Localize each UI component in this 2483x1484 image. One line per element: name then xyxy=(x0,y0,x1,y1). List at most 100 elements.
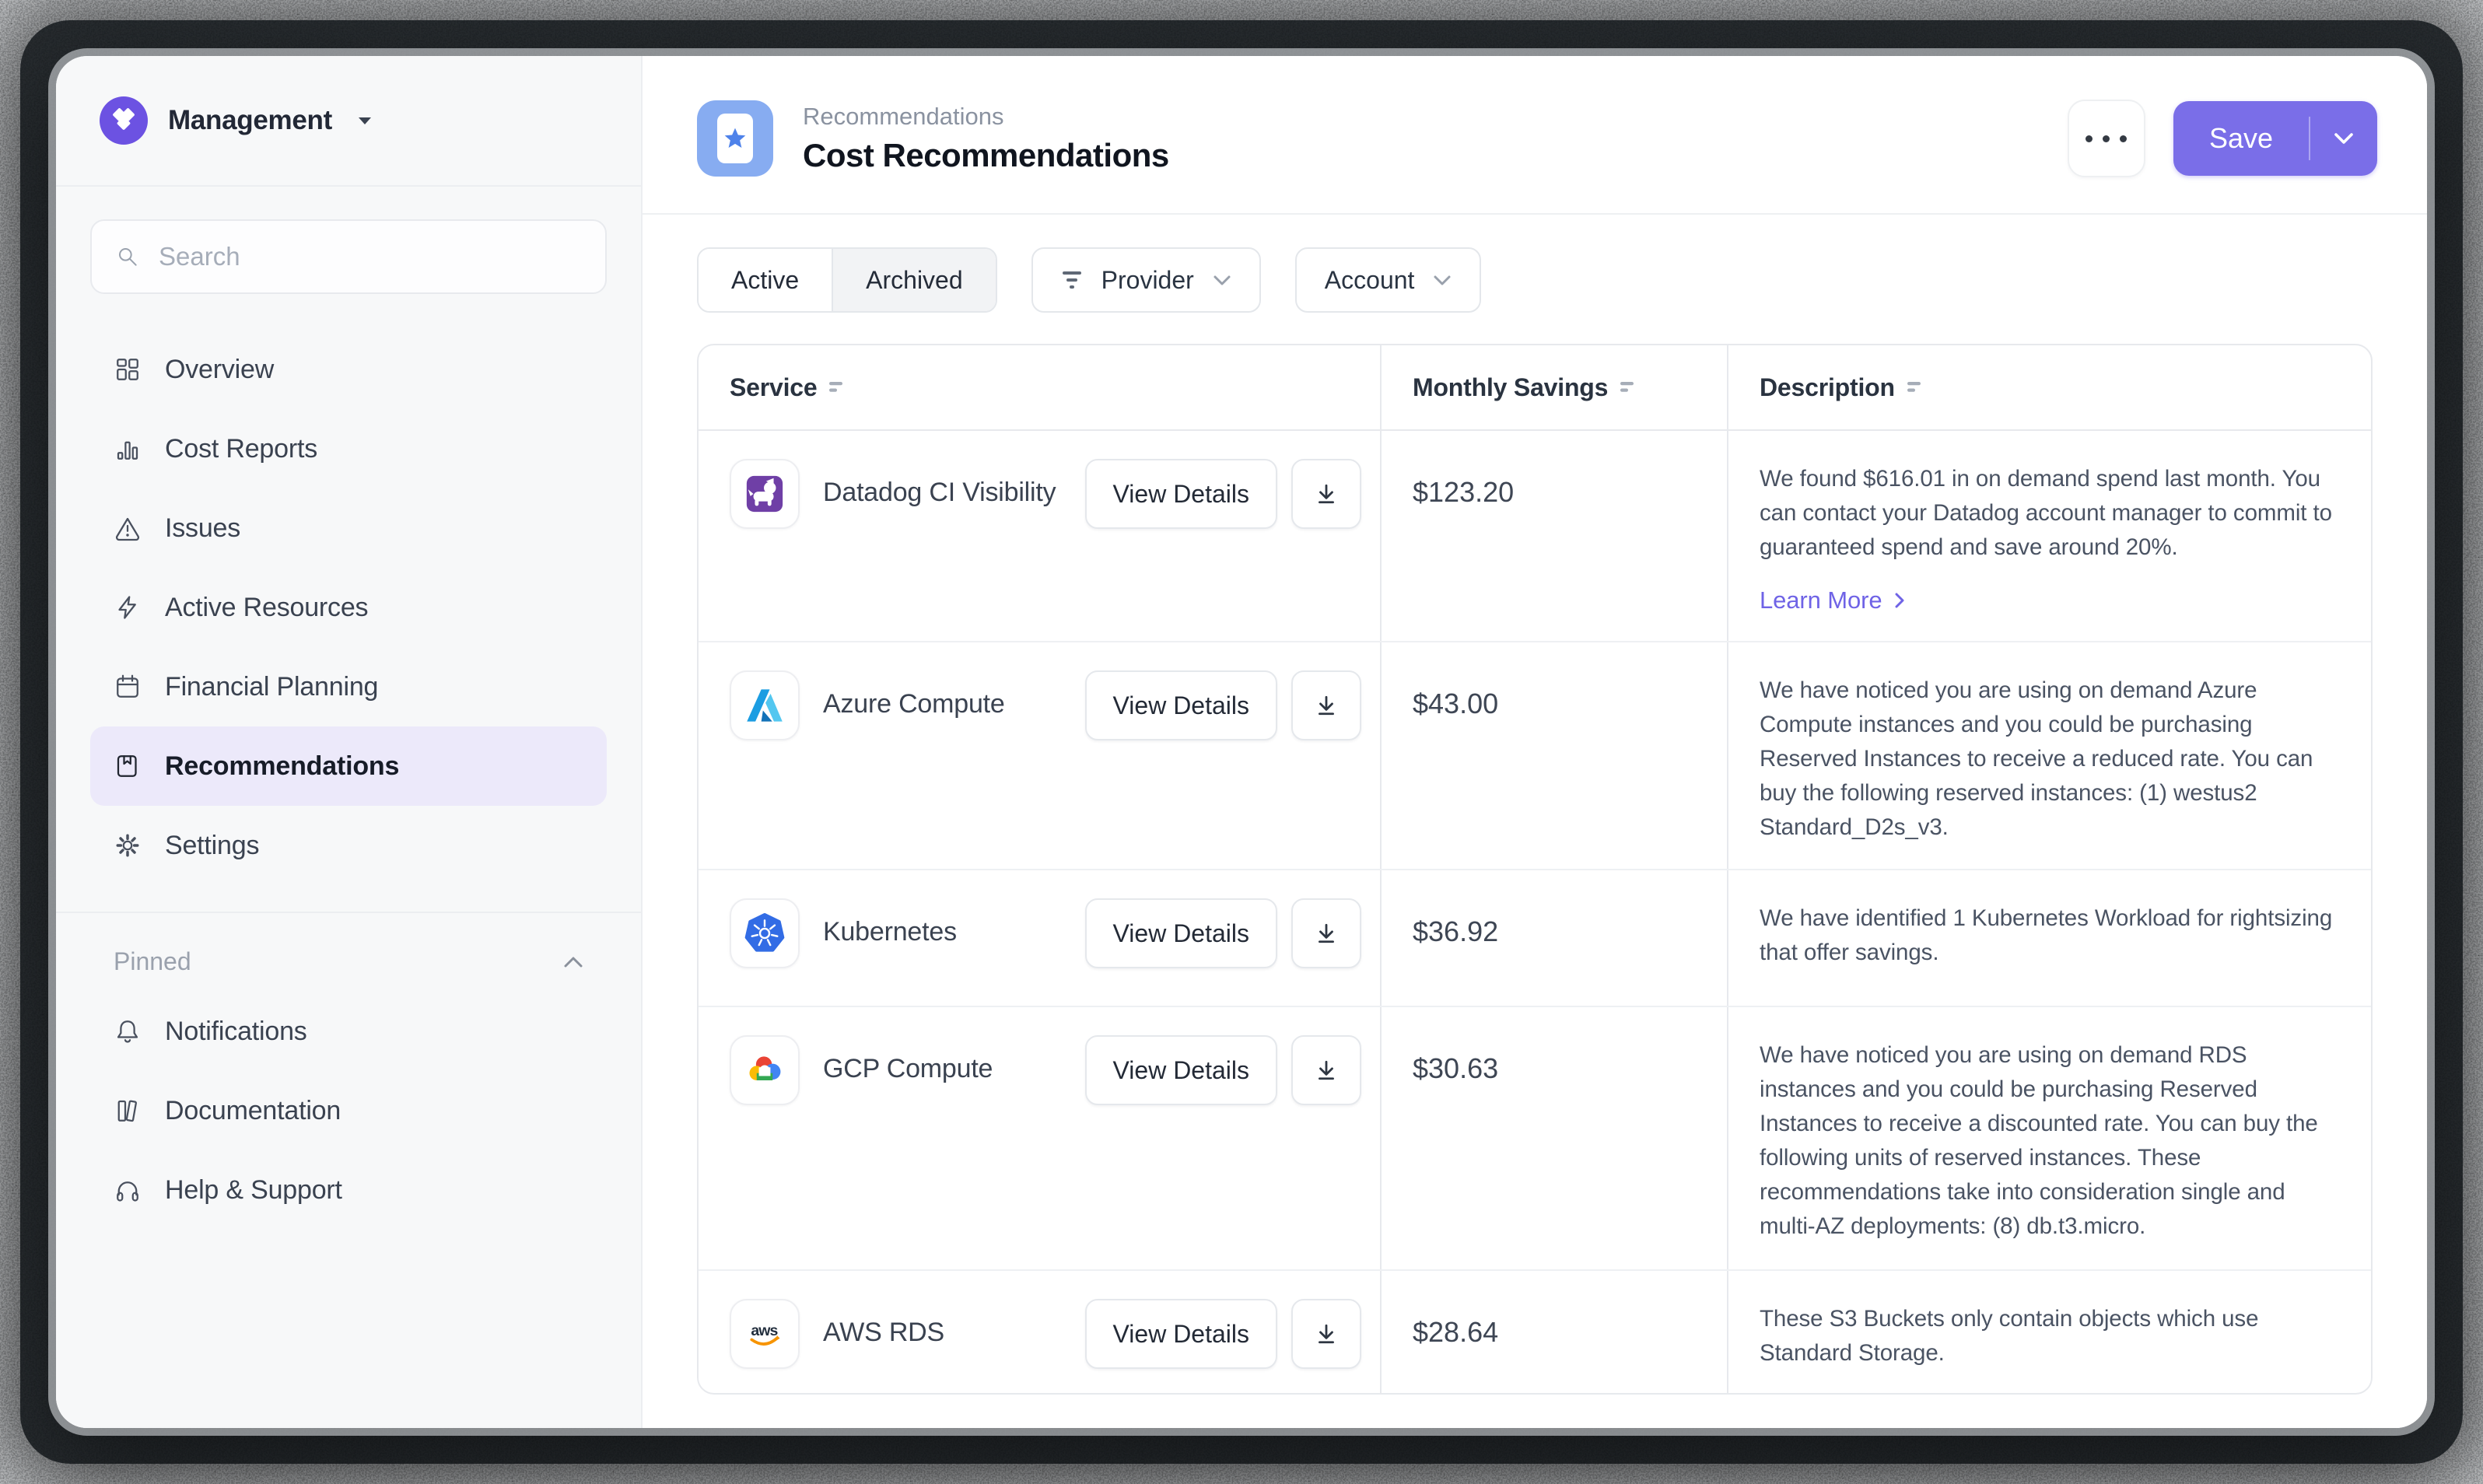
tab-active[interactable]: Active xyxy=(699,249,832,311)
column-label: Description xyxy=(1760,373,1895,402)
main-content: Recommendations Cost Recommendations Sav… xyxy=(643,56,2427,1428)
more-actions-button[interactable] xyxy=(2068,100,2145,177)
gcp-icon xyxy=(730,1035,800,1105)
svg-text:aws: aws xyxy=(751,1322,778,1339)
row-actions: View Details xyxy=(1085,1299,1361,1369)
page-header: Recommendations Cost Recommendations Sav… xyxy=(643,56,2427,215)
sort-icon[interactable] xyxy=(1907,381,1923,394)
page-title: Cost Recommendations xyxy=(803,137,1169,174)
description-cell: We found $616.01 in on demand spend last… xyxy=(1727,431,2371,641)
view-details-button[interactable]: View Details xyxy=(1085,459,1277,529)
kubernetes-icon xyxy=(730,898,800,968)
sidebar-item-overview[interactable]: Overview xyxy=(90,330,607,409)
chevron-down-icon xyxy=(1213,275,1231,286)
table-row: aws AWS RDS View Details xyxy=(699,1271,2371,1393)
view-details-button[interactable]: View Details xyxy=(1085,898,1277,968)
breadcrumb: Recommendations xyxy=(803,103,1169,131)
workspace-name: Management xyxy=(168,105,332,136)
sidebar-item-label: Issues xyxy=(165,513,240,544)
search-box[interactable] xyxy=(90,219,607,294)
sort-icon[interactable] xyxy=(1620,381,1636,394)
tab-archived[interactable]: Archived xyxy=(832,249,996,311)
row-actions: View Details xyxy=(1085,898,1361,968)
calendar-icon xyxy=(114,673,142,701)
sidebar-item-issues[interactable]: Issues xyxy=(90,488,607,568)
service-name: Azure Compute xyxy=(823,670,1005,737)
description-text: We found $616.01 in on demand spend last… xyxy=(1760,466,2332,560)
save-split-button[interactable]: Save xyxy=(2173,101,2377,176)
row-actions: View Details xyxy=(1085,670,1361,740)
table-row: GCP Compute View Details $30.63 W xyxy=(699,1007,2371,1271)
sidebar-item-help-support[interactable]: Help & Support xyxy=(90,1150,607,1230)
sidebar-item-notifications[interactable]: Notifications xyxy=(90,992,607,1071)
description-cell: We have noticed you are using on demand … xyxy=(1727,642,2371,869)
chevron-up-icon[interactable] xyxy=(563,956,583,968)
account-filter-button[interactable]: Account xyxy=(1295,247,1482,313)
sidebar: Management Overview xyxy=(56,56,643,1428)
download-button[interactable] xyxy=(1291,670,1361,740)
save-button[interactable]: Save xyxy=(2173,101,2309,176)
table-body: Datadog CI Visibility View Details $123.… xyxy=(699,431,2371,1393)
search-icon xyxy=(115,244,140,269)
warning-triangle-icon xyxy=(114,514,142,542)
sidebar-item-label: Overview xyxy=(165,355,274,385)
column-header-service[interactable]: Service xyxy=(699,345,1380,429)
download-icon xyxy=(1315,1059,1338,1082)
learn-more-link[interactable]: Learn More xyxy=(1760,583,2337,618)
download-button[interactable] xyxy=(1291,459,1361,529)
view-details-button[interactable]: View Details xyxy=(1085,1035,1277,1105)
sidebar-item-documentation[interactable]: Documentation xyxy=(90,1071,607,1150)
download-icon xyxy=(1315,1322,1338,1346)
description-cell: We have noticed you are using on demand … xyxy=(1727,1007,2371,1269)
column-label: Monthly Savings xyxy=(1413,373,1608,402)
monthly-savings-cell: $123.20 xyxy=(1380,431,1727,641)
download-button[interactable] xyxy=(1291,898,1361,968)
description-text: These S3 Buckets only contain objects wh… xyxy=(1760,1306,2258,1366)
download-button[interactable] xyxy=(1291,1299,1361,1369)
book-icon xyxy=(114,1097,142,1125)
headphones-icon xyxy=(114,1176,142,1204)
workspace-logo-diamonds-icon xyxy=(100,96,148,145)
column-label: Service xyxy=(730,373,817,402)
sidebar-item-recommendations[interactable]: Recommendations xyxy=(90,726,607,806)
description-cell: We have identified 1 Kubernetes Workload… xyxy=(1727,870,2371,1006)
star-card-icon xyxy=(697,100,773,177)
sidebar-item-label: Documentation xyxy=(165,1096,341,1126)
archive-toggle: Active Archived xyxy=(697,247,997,313)
sidebar-item-label: Settings xyxy=(165,831,259,861)
aws-icon: aws xyxy=(730,1299,800,1369)
table-row: Kubernetes View Details $36.92 We xyxy=(699,870,2371,1007)
chevron-down-icon[interactable] xyxy=(2310,101,2377,176)
pinned-section-header[interactable]: Pinned xyxy=(56,913,641,984)
sidebar-item-label: Recommendations xyxy=(165,751,399,782)
download-button[interactable] xyxy=(1291,1035,1361,1105)
caret-down-icon xyxy=(357,116,373,125)
service-cell: Kubernetes View Details xyxy=(699,870,1380,1006)
provider-filter-button[interactable]: Provider xyxy=(1031,247,1261,313)
sidebar-item-active-resources[interactable]: Active Resources xyxy=(90,568,607,647)
monthly-savings-cell: $30.63 xyxy=(1380,1007,1727,1269)
sidebar-item-label: Active Resources xyxy=(165,593,368,623)
service-cell: Datadog CI Visibility View Details xyxy=(699,431,1380,641)
description-text: We have noticed you are using on demand … xyxy=(1760,677,2313,840)
workspace-switcher[interactable]: Management xyxy=(56,56,641,187)
sort-icon[interactable] xyxy=(829,381,845,394)
sidebar-item-financial-planning[interactable]: Financial Planning xyxy=(90,647,607,726)
grid-icon xyxy=(114,355,142,383)
search-input[interactable] xyxy=(157,241,582,272)
chevron-right-icon xyxy=(1893,591,1906,610)
sidebar-item-settings[interactable]: Settings xyxy=(90,806,607,885)
service-cell: aws AWS RDS View Details xyxy=(699,1271,1380,1393)
recommendations-table: Service Monthly Savings Description xyxy=(697,344,2373,1395)
download-icon xyxy=(1315,694,1338,717)
view-details-button[interactable]: View Details xyxy=(1085,670,1277,740)
filter-bar: Active Archived Provider Account xyxy=(643,215,2427,313)
pinned-label: Pinned xyxy=(114,947,191,976)
table-row: Azure Compute View Details $43.00 xyxy=(699,642,2371,870)
description-text: We have noticed you are using on demand … xyxy=(1760,1042,2318,1239)
monthly-savings-cell: $28.64 xyxy=(1380,1271,1727,1393)
view-details-button[interactable]: View Details xyxy=(1085,1299,1277,1369)
sidebar-item-cost-reports[interactable]: Cost Reports xyxy=(90,409,607,488)
column-header-monthly-savings[interactable]: Monthly Savings xyxy=(1380,345,1727,429)
column-header-description[interactable]: Description xyxy=(1727,345,2371,429)
